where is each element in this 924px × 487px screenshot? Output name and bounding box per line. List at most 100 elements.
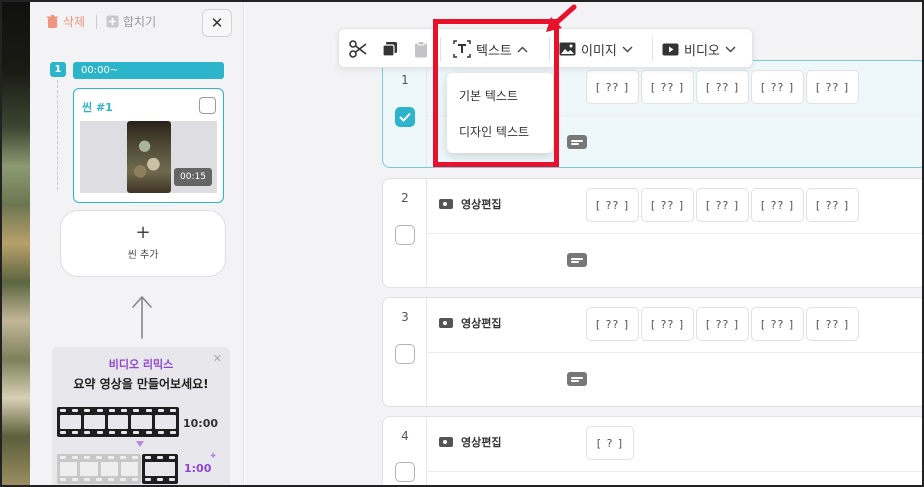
text-chip[interactable]: [ ?? ] [586,188,639,222]
text-chip[interactable]: [ ?? ] [806,70,859,104]
arrow-up-icon [132,295,152,339]
text-chips: [ ?? ] [ ?? ] [ ?? ] [ ?? ] [ ?? ] [586,188,859,222]
check-icon [399,112,411,122]
close-icon[interactable]: ✕ [213,352,222,365]
copy-button[interactable] [382,29,398,69]
scene-sidebar: 삭제 합치기 ✕ 1 00:00~ 씬 #1 00:15 + 씬 추가 비디오 … [30,2,244,487]
text-chip[interactable]: [ ?? ] [641,188,694,222]
delete-label: 삭제 [63,15,86,29]
sparkle-icon: ✦ [209,451,218,462]
clip-title: 영상편집 [461,317,502,330]
row-checkbox[interactable] [395,107,415,127]
clip-title: 영상편집 [461,436,502,449]
row-clip-label[interactable]: 영상편집 [439,434,501,450]
plus-icon: + [135,222,151,243]
row-number: 4 [401,429,409,443]
toolbar-divider [96,15,97,29]
text-chip[interactable]: [ ? ] [586,426,634,460]
row-number: 3 [401,310,409,324]
merge-button[interactable]: 합치기 [106,13,156,30]
menu-item-basic-text[interactable]: 기본 텍스트 [459,87,518,104]
tree-connector [57,80,58,190]
video-menu-button[interactable]: 비디오 [662,29,736,69]
video-camera-icon [439,199,453,209]
text-icon [453,40,471,58]
text-chip[interactable]: [ ?? ] [696,307,749,341]
background-photo-strip [2,2,30,485]
add-scene-label: 씬 추가 [127,250,159,261]
scene-row[interactable]: 2 영상편집 [ ?? ] [ ?? ] [ ?? ] [ ?? ] [ ?? … [382,178,924,288]
caption-icon[interactable] [567,372,587,386]
merge-label: 합치기 [123,15,157,29]
row-clip-label[interactable]: 영상편집 [439,315,501,331]
sidebar-toolbar: 삭제 합치기 ✕ [30,2,243,44]
red-arrow-annotation [546,4,577,32]
menu-item-design-text[interactable]: 디자인 텍스트 [459,123,529,140]
caption-icon[interactable] [567,135,587,149]
row-checkbox[interactable] [395,462,415,482]
delete-button[interactable]: 삭제 [46,13,85,30]
text-chip[interactable]: [ ?? ] [751,188,804,222]
video-camera-icon [439,318,453,328]
row-divider [427,352,924,353]
text-chip[interactable]: [ ?? ] [586,70,639,104]
row-divider [427,233,924,234]
toolbar-divider [549,37,550,61]
text-chip[interactable]: [ ?? ] [641,307,694,341]
clipboard-icon [415,40,427,57]
remix-title: 비디오 리믹스 [108,358,174,371]
scene-time-bar[interactable]: 00:00~ [73,62,224,79]
scissors-icon [349,40,367,58]
scene-thumbnail [127,121,171,193]
text-chip[interactable]: [ ?? ] [806,188,859,222]
text-chip[interactable]: [ ?? ] [586,307,639,341]
text-dropdown-menu: 기본 텍스트 디자인 텍스트 [447,73,553,153]
merge-icon [106,15,119,28]
scene-row[interactable]: 3 영상편집 [ ?? ] [ ?? ] [ ?? ] [ ?? ] [ ?? … [382,297,924,407]
text-menu-button[interactable]: 텍스트 [453,29,528,69]
row-number: 2 [401,191,409,205]
film-strip-icon [57,407,179,437]
close-sidebar-button[interactable]: ✕ [202,9,232,37]
remix-target-time: 1:00 [184,462,212,475]
text-chip[interactable]: [ ?? ] [641,70,694,104]
toolbar-divider [652,37,653,61]
video-icon [662,43,679,55]
row-divider [427,471,924,472]
text-chip[interactable]: [ ?? ] [751,70,804,104]
row-clip-label[interactable]: 영상편집 [439,196,501,212]
text-chips: [ ?? ] [ ?? ] [ ?? ] [ ?? ] [ ?? ] [586,307,859,341]
caption-icon[interactable] [567,253,587,267]
toolbar-divider [440,37,441,61]
remix-source-time: 10:00 [183,417,219,430]
scene-checkbox[interactable] [199,97,216,114]
image-icon [559,42,576,56]
text-chips: [ ?? ] [ ?? ] [ ?? ] [ ?? ] [ ?? ] [586,70,859,104]
scene-number-badge: 1 [50,62,66,77]
row-gutter: 3 [383,298,427,406]
text-menu-label: 텍스트 [476,43,512,59]
remix-headline: 요약 영상을 만들어보세요! [73,377,209,391]
cut-button[interactable] [349,29,367,69]
text-chip[interactable]: [ ?? ] [806,307,859,341]
row-checkbox[interactable] [395,225,415,245]
script-editor-area: 1 [ ?? ] [ ?? ] [ ?? ] [ ?? ] [ ?? ] 2 영… [245,2,924,487]
scene-title: 씬 #1 [82,101,113,114]
add-scene-button[interactable]: + 씬 추가 [60,210,226,277]
chevron-down-icon [725,46,736,52]
film-strip-faded-icon [57,454,141,484]
video-menu-label: 비디오 [684,43,720,59]
text-chip[interactable]: [ ?? ] [696,188,749,222]
film-strip-short-icon [142,454,178,484]
scene-card[interactable]: 씬 #1 00:15 [73,88,224,203]
row-checkbox[interactable] [395,344,415,364]
down-triangle-icon [136,441,144,447]
paste-button[interactable] [414,29,428,69]
scene-row[interactable]: 4 영상편집 [ ? ] [382,416,924,487]
text-chip[interactable]: [ ?? ] [751,307,804,341]
text-chip[interactable]: [ ?? ] [696,70,749,104]
text-chips: [ ? ] [586,426,634,460]
video-remix-promo[interactable]: 비디오 리믹스 ✕ 요약 영상을 만들어보세요! 10:00 1:00 ✦ [52,347,230,487]
row-number: 1 [401,73,409,87]
copy-icon [382,42,397,57]
